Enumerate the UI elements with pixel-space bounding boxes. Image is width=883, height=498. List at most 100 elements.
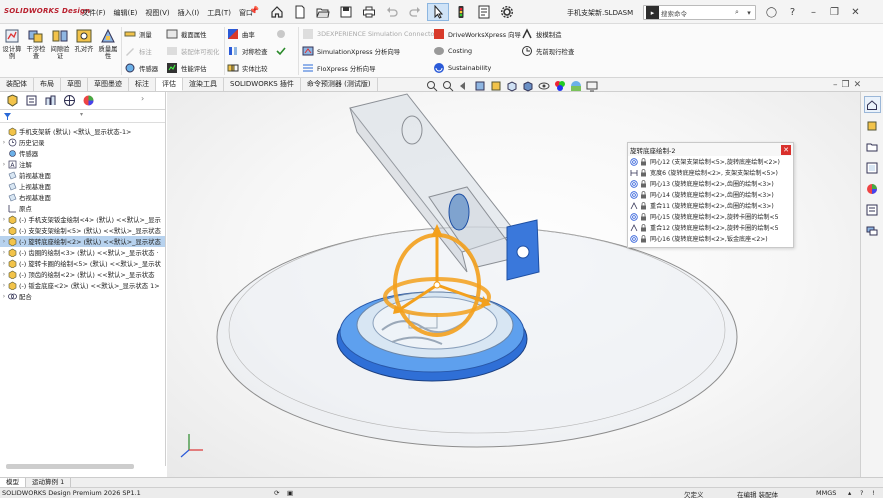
previous-view-icon[interactable] [457, 80, 470, 92]
tree-item[interactable]: › 历史记录 [0, 137, 165, 148]
section-view-icon[interactable] [473, 80, 486, 92]
expand-arrow-icon[interactable]: › [0, 161, 8, 168]
menu-tools[interactable]: 工具(T) [207, 8, 231, 18]
apply-scene-icon[interactable] [569, 80, 582, 92]
tree-item[interactable]: 右视基准面 [0, 192, 165, 203]
expand-arrow-icon[interactable]: › [0, 293, 8, 300]
design-study-button[interactable]: 设计算例 [0, 27, 24, 61]
tab-markup[interactable]: 标注 [129, 78, 156, 91]
quick-tips-icon[interactable]: ? [860, 489, 863, 497]
measure-button[interactable]: 测量 [124, 27, 152, 41]
tab-motion-study[interactable]: 运动算例 1 [26, 478, 72, 487]
mate-item[interactable]: 同心15 (旋转底座绘制<2>,旋转卡圈的绘制<5 [628, 211, 793, 222]
advanced-analysis-button[interactable]: 先前现行检查 [521, 44, 574, 58]
view-settings-icon[interactable] [585, 80, 598, 92]
custom-properties-icon[interactable] [864, 201, 881, 218]
expand-arrow-icon[interactable]: › [0, 260, 8, 267]
tree-item[interactable]: › 配合 [0, 291, 165, 302]
expand-arrow-icon[interactable]: › [0, 282, 8, 289]
view-palette-icon[interactable] [864, 159, 881, 176]
open-folder-icon[interactable] [312, 3, 334, 21]
file-properties-icon[interactable] [473, 3, 495, 21]
compare-button[interactable]: 实体比较 [227, 61, 268, 75]
menu-edit[interactable]: 编辑(E) [114, 8, 138, 18]
tab-command-predictor[interactable]: 命令预测器 (测试版) [301, 78, 378, 91]
search-box[interactable]: ▸ 搜索命令 ⌕ ▾ [643, 5, 756, 20]
configuration-manager-tab-icon[interactable] [44, 94, 57, 107]
tab-sketch-ink[interactable]: 草图墨迹 [88, 78, 129, 91]
hide-show-items-icon[interactable] [537, 80, 550, 92]
tree-item[interactable]: › (-) 支架支架绘制<5> (默认) <<默认>_显示状态 [0, 225, 165, 236]
minimize-icon[interactable]: – [804, 3, 823, 21]
collapse-arrow-icon[interactable]: ▾ [80, 111, 83, 118]
mass-properties-button[interactable]: 质量属性 [96, 27, 120, 61]
viewport-restore-icon[interactable]: ❐ [842, 80, 850, 90]
mate-item[interactable]: 同心16 (旋转底座绘制<2>,钣金底座<2>) [628, 233, 793, 244]
markup-button[interactable]: 标注 [124, 44, 152, 58]
appearances-icon[interactable] [864, 180, 881, 197]
viewport-close-icon[interactable]: ✕ [854, 80, 862, 90]
panel-expand-icon[interactable]: › [141, 94, 154, 107]
units-dropdown-icon[interactable]: ▴ [848, 489, 851, 497]
filter-icon[interactable] [3, 112, 12, 121]
user-account-icon[interactable]: ◯ [762, 3, 781, 21]
rebuild-icon[interactable]: ⟳ [274, 489, 279, 497]
section-properties-button[interactable]: 截面属性 [166, 27, 207, 41]
expand-arrow-icon[interactable]: › [0, 139, 8, 146]
rib-button[interactable]: 拔模制造 [521, 27, 562, 41]
property-manager-tab-icon[interactable] [25, 94, 38, 107]
traffic-light-icon[interactable] [450, 3, 472, 21]
tab-evaluate[interactable]: 评估 [156, 78, 183, 91]
mate-item[interactable]: 重合12 (旋转底座绘制<2>,旋转卡圈的绘制<5 [628, 222, 793, 233]
hole-alignment-button[interactable]: 孔对齐 [72, 27, 96, 53]
tree-item[interactable]: 上视基准面 [0, 181, 165, 192]
redo-icon[interactable] [404, 3, 426, 21]
design-library-icon[interactable] [864, 117, 881, 134]
simulationxpress-button[interactable]: SimulationXpress 分析向导 [302, 44, 400, 58]
undo-icon[interactable] [381, 3, 403, 21]
new-document-icon[interactable] [289, 3, 311, 21]
display-manager-tab-icon[interactable] [82, 94, 95, 107]
sustainability-button[interactable]: Sustainability [433, 61, 491, 75]
mate-item[interactable]: 重合11 (旋转底座绘制<2>,齿圈的绘制<3>) [628, 200, 793, 211]
viewport-minimize-icon[interactable]: – [833, 80, 838, 90]
close-icon[interactable]: ✕ [781, 145, 791, 155]
expand-arrow-icon[interactable]: › [0, 271, 8, 278]
mate-item[interactable]: 同心12 (支架支架绘制<5>,旋转底座绘制<2>) [628, 156, 793, 167]
tree-item[interactable]: › (-) 旋转底座绘制<2> (默认) <<默认>_显示状态 [0, 236, 165, 247]
app-logo[interactable]: SOLIDWORKS Design [4, 7, 90, 15]
tree-item[interactable]: › (-) 顶齿的绘制<2> (默认) <<默认>_显示状态 [0, 269, 165, 280]
search-input[interactable]: 搜索命令 [661, 8, 731, 18]
simulation-connector-button[interactable]: 3DEXPERIENCE Simulation Connector [302, 27, 437, 41]
tree-item[interactable]: 原点 [0, 203, 165, 214]
file-explorer-icon[interactable] [864, 138, 881, 155]
tree-item[interactable]: › (-) 齿圈的绘制<3> (默认) <<默认>_显示状态 · [0, 247, 165, 258]
assembly-visualization-button[interactable]: 装配体可视化 [166, 44, 219, 58]
driveworksxpress-button[interactable]: DriveWorksXpress 向导 [433, 27, 521, 41]
menu-file[interactable]: 文件(F) [82, 8, 106, 18]
restore-icon[interactable]: ❐ [825, 3, 844, 21]
zoom-to-fit-icon[interactable] [425, 80, 438, 92]
help-icon[interactable]: ? [783, 3, 802, 21]
select-arrow-icon[interactable] [427, 3, 449, 21]
dimxpert-tab-icon[interactable] [63, 94, 76, 107]
mate-item[interactable]: 宽度6 (旋转底座绘制<2>, 支架支架绘制<5>) [628, 167, 793, 178]
tab-assembly[interactable]: 装配体 [0, 78, 34, 91]
tab-model[interactable]: 模型 [0, 478, 26, 487]
tree-item[interactable]: › (-) 旋转卡圈的绘制<5> (默认) <<默认>_显示状 [0, 258, 165, 269]
units-selector[interactable]: MMGS [816, 489, 836, 497]
expand-arrow-icon[interactable]: › [0, 249, 8, 256]
tab-sketch[interactable]: 草图 [61, 78, 88, 91]
costing-button[interactable]: Costing [433, 44, 472, 58]
tree-item[interactable]: 手机支架新 (默认) <默认_显示状态-1> [0, 126, 165, 137]
mate-item[interactable]: 同心14 (旋转底座绘制<2>,齿圈的绘制<3>) [628, 189, 793, 200]
menu-view[interactable]: 视图(V) [145, 8, 169, 18]
tree-item[interactable]: › (-) 手机支架钣金绘制<4> (默认) <<默认>_显示 [0, 214, 165, 225]
close-icon[interactable]: ✕ [846, 3, 865, 21]
horizontal-scrollbar[interactable] [6, 464, 134, 469]
tree-item[interactable]: 前视基准面 [0, 170, 165, 181]
zoom-area-icon[interactable] [441, 80, 454, 92]
tab-render-tools[interactable]: 渲染工具 [183, 78, 224, 91]
forum-icon[interactable] [864, 222, 881, 239]
solidworks-resources-icon[interactable] [863, 96, 881, 113]
